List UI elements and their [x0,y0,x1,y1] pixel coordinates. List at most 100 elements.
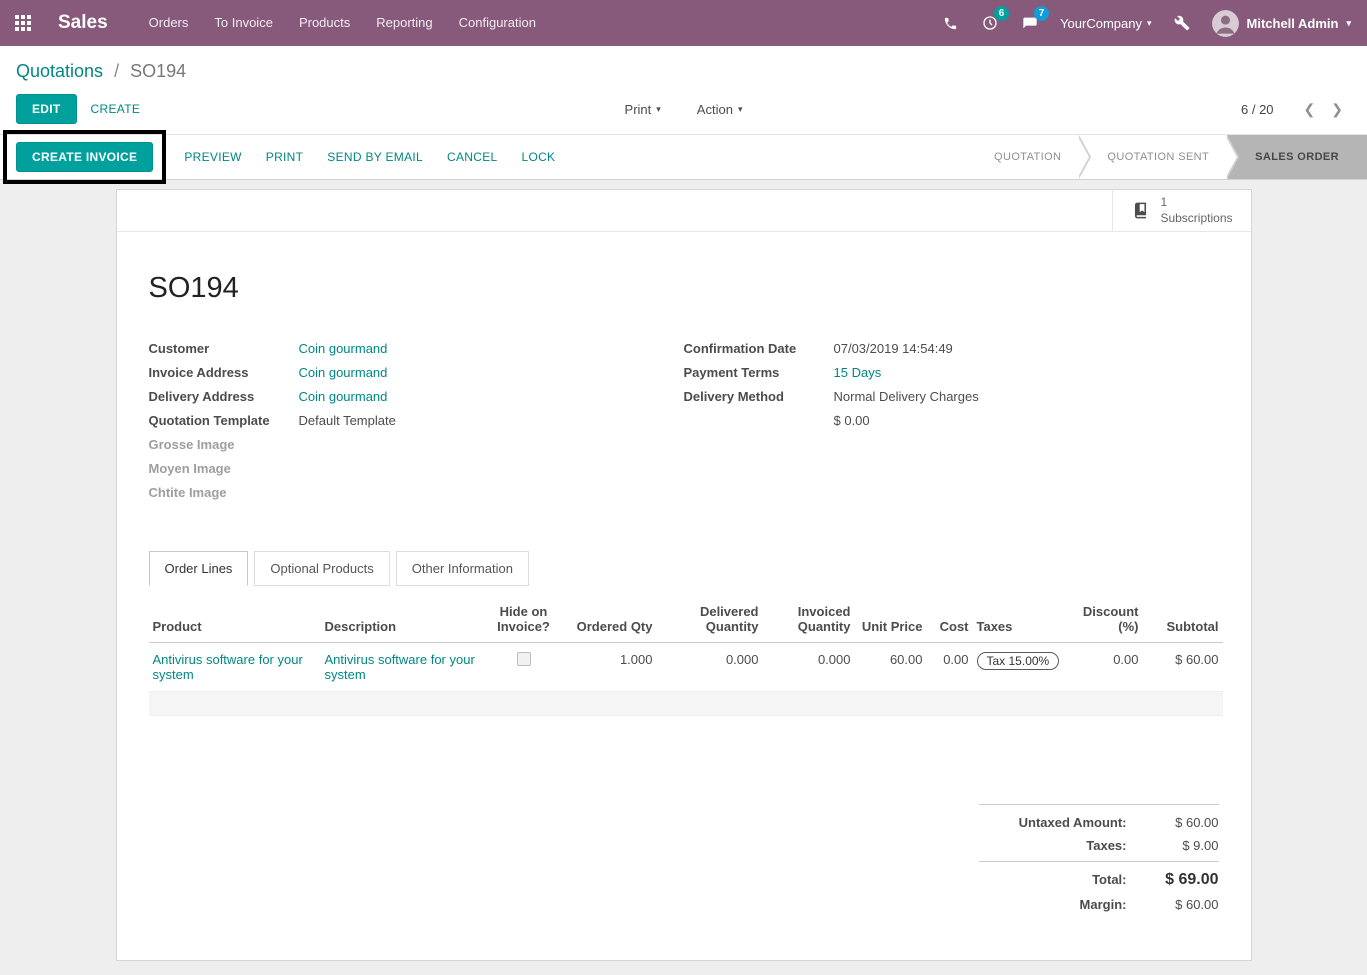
debug-wrench-icon[interactable] [1162,0,1202,46]
company-switcher[interactable]: YourCompany ▾ [1050,16,1161,31]
nav-menu-reporting[interactable]: Reporting [363,0,445,46]
nav-menu-configuration[interactable]: Configuration [446,0,549,46]
status-pipeline: QUOTATION QUOTATION SENT SALES ORDER [976,135,1367,179]
untaxed-amount-value: $ 60.00 [1175,815,1219,830]
col-ordered-qty[interactable]: Ordered Qty [558,598,657,643]
taxes-value: $ 9.00 [1182,838,1219,853]
hide-on-invoice-checkbox[interactable] [516,652,531,666]
subtotal-cell: $ 60.00 [1142,642,1223,692]
user-menu[interactable]: Mitchell Admin ▾ [1202,9,1358,37]
messages-chat-icon[interactable]: 7 [1010,0,1050,46]
col-cost[interactable]: Cost [926,598,973,643]
nav-menu-products[interactable]: Products [286,0,363,46]
untaxed-amount-row: Untaxed Amount: $ 60.00 [979,815,1219,830]
field-delivery-address: Delivery Address Coin gourmand [149,387,684,406]
stat-button-label: Subscriptions [1160,210,1233,225]
create-invoice-button[interactable]: CREATE INVOICE [16,142,154,172]
field-label: Customer [148,341,210,356]
invoice-address-link[interactable]: Coin gourmand [299,363,388,382]
apps-menu-button[interactable] [0,0,46,46]
total-value: $ 69.00 [1165,871,1219,888]
field-confirmation-date: Confirmation Date 07/03/2019 14:54:49 [684,339,1219,358]
col-product[interactable]: Product [148,598,321,643]
payment-terms-link[interactable]: 15 Days [834,363,882,382]
field-label: Confirmation Date [683,341,797,356]
field-group-left: Customer Coin gourmand Invoice Address C… [149,339,684,507]
delivered-qty-cell: 0.000 [656,642,763,692]
margin-label: Margin: [1079,897,1127,912]
lock-button[interactable]: LOCK [509,150,567,164]
cancel-button[interactable]: CANCEL [435,150,509,164]
phone-icon[interactable] [931,0,970,46]
messages-badge: 7 [1034,6,1050,21]
invoiced-qty-cell: 0.000 [762,642,855,692]
col-description[interactable]: Description [320,598,489,643]
state-quotation[interactable]: QUOTATION [976,135,1092,179]
tab-optional-products[interactable]: Optional Products [254,551,390,586]
pager-next-button[interactable]: ❯ [1323,101,1351,118]
description-text: Antivirus software for your system [324,652,475,682]
pager-previous-button[interactable]: ❮ [1296,101,1324,118]
field-payment-terms: Payment Terms 15 Days [684,363,1219,382]
breadcrumb-current: SO194 [130,61,187,81]
col-discount[interactable]: Discount (%) [1072,598,1143,643]
app-name[interactable]: Sales [58,12,108,34]
ordered-qty-cell: 1.000 [558,642,657,692]
margin-row: Margin: $ 60.00 [979,897,1219,912]
col-hide-on-invoice[interactable]: Hide on Invoice? [488,598,559,643]
margin-value: $ 60.00 [1175,897,1219,912]
action-dropdown-label: Action [696,101,733,117]
order-line-row[interactable]: Antivirus software for your system Antiv… [148,642,1223,692]
total-label: Total: [1092,872,1127,887]
print-dropdown[interactable]: Print ▾ [625,102,661,117]
empty-list-row [148,691,1223,716]
book-icon [1135,202,1147,219]
table-header-row: Product Description Hide on Invoice? Ord… [148,598,1223,643]
col-invoiced-quantity[interactable]: Invoiced Quantity [762,598,855,643]
field-label: Invoice Address [148,365,249,380]
nav-menu-to-invoice[interactable]: To Invoice [201,0,286,46]
activities-clock-icon[interactable]: 6 [970,0,1010,46]
product-link[interactable]: Antivirus software for your system [153,652,303,682]
user-name: Mitchell Admin [1246,15,1339,31]
col-subtotal[interactable]: Subtotal [1142,598,1223,643]
col-unit-price[interactable]: Unit Price [854,598,927,643]
col-delivered-quantity[interactable]: Delivered Quantity [656,598,763,643]
create-button[interactable]: CREATE [79,95,153,123]
chevron-down-icon: ▾ [1146,17,1152,28]
confirmation-date-value: 07/03/2019 14:54:49 [833,341,953,356]
quotation-template-value: Default Template [298,413,396,428]
field-label: Quotation Template [148,413,270,428]
main-menu: Orders To Invoice Products Reporting Con… [136,0,549,46]
send-by-email-button[interactable]: SEND BY EMAIL [315,150,435,164]
field-label: Grosse Image [148,437,235,452]
cost-cell: 0.00 [926,642,973,692]
edit-button[interactable]: EDIT [16,94,77,124]
totals-block: Untaxed Amount: $ 60.00 Taxes: $ 9.00 To… [978,804,1219,920]
field-moyen-image: Moyen Image [149,459,684,478]
button-box: 1 Subscriptions [116,190,1251,232]
state-sales-order[interactable]: SALES ORDER [1227,135,1367,179]
discount-cell: 0.00 [1072,642,1143,692]
chevron-down-icon: ▾ [1346,17,1351,28]
top-navbar: Sales Orders To Invoice Products Reporti… [0,0,1367,46]
page-title: SO194 [148,272,239,304]
col-taxes[interactable]: Taxes [972,598,1073,643]
print-button[interactable]: PRINT [254,150,316,164]
activities-badge: 6 [994,6,1010,21]
field-label: Payment Terms [683,365,780,380]
tab-other-information[interactable]: Other Information [395,551,529,586]
field-label: Delivery Method [683,389,784,404]
nav-menu-orders[interactable]: Orders [136,0,202,46]
tab-order-lines[interactable]: Order Lines [148,551,249,586]
delivery-address-link[interactable]: Coin gourmand [299,387,388,406]
customer-link[interactable]: Coin gourmand [299,339,388,358]
action-dropdown[interactable]: Action ▾ [697,102,743,117]
statusbar: CREATE INVOICE PREVIEW PRINT SEND BY EMA… [0,130,1367,184]
subscriptions-stat-button[interactable]: 1 Subscriptions [1112,190,1251,231]
preview-button[interactable]: PREVIEW [172,150,253,164]
unit-price-cell: 60.00 [854,642,927,692]
state-quotation-sent[interactable]: QUOTATION SENT [1079,135,1239,179]
field-label: Moyen Image [148,461,231,476]
breadcrumb-quotations-link[interactable]: Quotations [16,61,103,81]
